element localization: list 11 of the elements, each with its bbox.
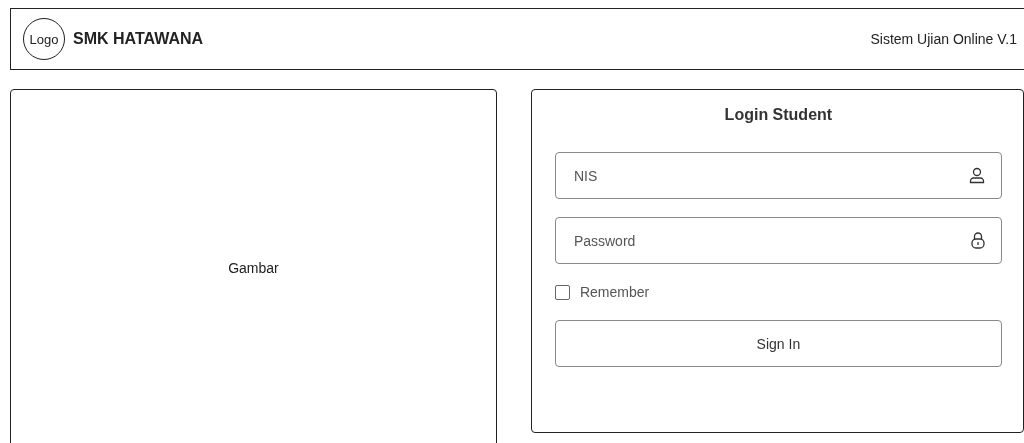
login-title: Login Student: [723, 106, 834, 124]
sign-in-button[interactable]: Sign In: [554, 320, 1002, 367]
user-icon: [967, 166, 986, 184]
input-field[interactable]: NIS: [554, 152, 1002, 199]
remember-checkbox[interactable]: [554, 284, 570, 300]
system-name: Sistem Ujian Online V.1: [870, 31, 1017, 47]
input-field[interactable]: Password: [554, 217, 1002, 264]
image-label: Gambar: [228, 260, 279, 276]
school-name: SMK HATAWANA: [73, 30, 204, 48]
remember-label[interactable]: Remember: [579, 284, 650, 300]
lock-icon: [969, 231, 986, 249]
